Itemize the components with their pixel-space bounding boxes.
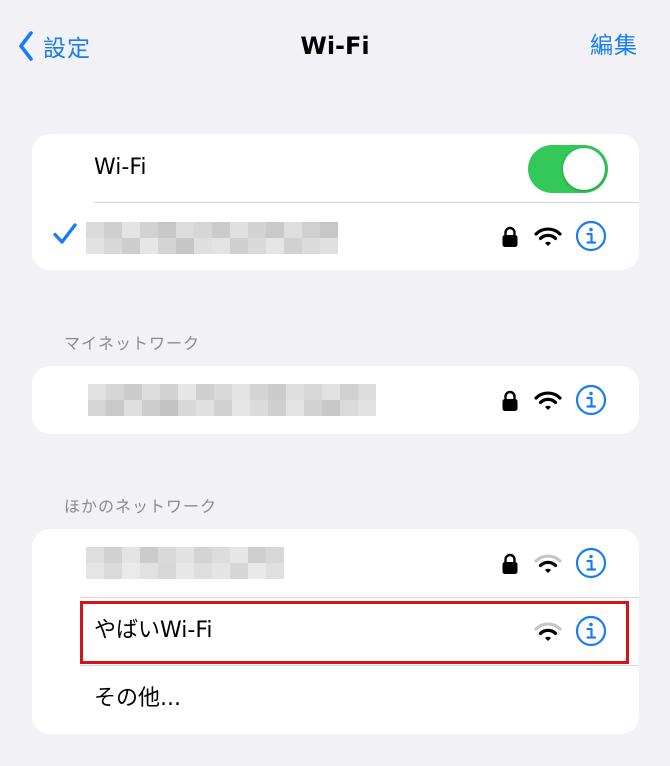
wifi-signal-icon bbox=[534, 622, 562, 641]
other-networks-card: やばいWi-Fi その他... bbox=[32, 529, 639, 734]
obscured-network-name bbox=[86, 547, 284, 579]
wifi-toggle-switch[interactable] bbox=[528, 145, 608, 193]
network-row-yabai-wifi[interactable]: やばいWi-Fi bbox=[32, 597, 639, 665]
lock-icon bbox=[502, 390, 518, 411]
other-networks-header: ほかのネットワーク bbox=[64, 497, 218, 516]
other-network-row[interactable]: その他... bbox=[32, 665, 639, 733]
page-title: Wi-Fi bbox=[300, 32, 370, 60]
back-button-label: 設定 bbox=[43, 36, 91, 62]
wifi-signal-icon bbox=[534, 227, 562, 246]
wifi-signal-icon bbox=[534, 391, 562, 410]
obscured-network-name bbox=[88, 384, 376, 416]
navigation-bar: 設定 Wi-Fi 編集 bbox=[0, 0, 670, 90]
toggle-knob bbox=[563, 148, 605, 190]
wifi-toggle-card: Wi-Fi bbox=[32, 134, 639, 270]
wifi-toggle-label: Wi-Fi bbox=[94, 155, 147, 180]
info-icon[interactable] bbox=[575, 384, 607, 416]
other-network-label: その他... bbox=[94, 686, 181, 711]
lock-icon bbox=[502, 226, 518, 247]
checkmark-icon bbox=[53, 223, 77, 244]
connected-network-row[interactable] bbox=[32, 202, 639, 270]
back-button[interactable]: 設定 bbox=[18, 26, 91, 66]
info-icon[interactable] bbox=[575, 220, 607, 252]
wifi-signal-icon bbox=[534, 554, 562, 573]
chevron-left-icon bbox=[19, 31, 33, 61]
edit-button[interactable]: 編集 bbox=[590, 26, 638, 66]
info-icon[interactable] bbox=[575, 615, 607, 647]
my-networks-card bbox=[32, 366, 639, 434]
info-icon[interactable] bbox=[575, 547, 607, 579]
network-row[interactable] bbox=[32, 529, 639, 597]
lock-icon bbox=[502, 553, 518, 574]
wifi-toggle-row: Wi-Fi bbox=[32, 134, 639, 202]
network-name: やばいWi-Fi bbox=[94, 618, 213, 643]
my-networks-header: マイネットワーク bbox=[64, 334, 201, 353]
obscured-network-name bbox=[86, 222, 338, 254]
network-row[interactable] bbox=[32, 366, 639, 434]
